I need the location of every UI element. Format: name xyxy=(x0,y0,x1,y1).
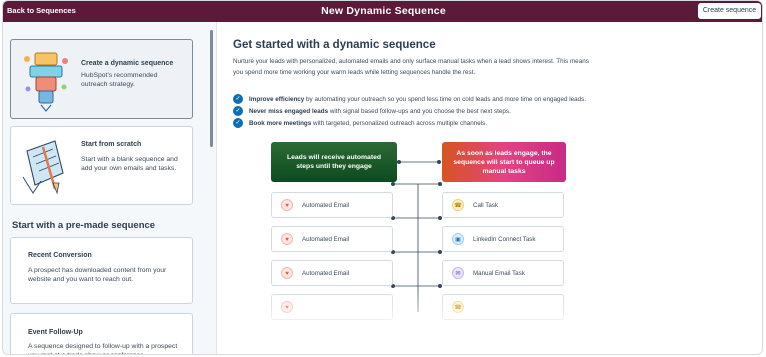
card-title: Create a dynamic sequence xyxy=(81,60,174,67)
automated-steps-header: Leads will receive automated steps until… xyxy=(271,142,397,182)
card-description: A prospect has downloaded content from y… xyxy=(28,267,167,284)
dynamic-sequence-illustration xyxy=(24,52,68,112)
linkedin-task-step[interactable]: ▣ LinkedIn Connect Task xyxy=(442,226,564,252)
card-title: Event Follow-Up xyxy=(28,329,83,336)
envelope-icon: ✉ xyxy=(452,267,464,279)
task-label: Automated Email xyxy=(302,236,350,243)
automated-email-step[interactable]: ♥ Automated Email xyxy=(271,226,393,252)
start-from-scratch-card[interactable]: Start from scratch Start with a blank se… xyxy=(10,126,193,205)
card-title: Start from scratch xyxy=(81,141,142,148)
task-label: Automated Email xyxy=(302,270,350,277)
premade-event-follow-up-card[interactable]: Event Follow-Up A sequence designed to f… xyxy=(10,313,193,354)
main-content: Get started with a dynamic sequence Nurt… xyxy=(218,22,762,354)
automated-email-step[interactable]: ♥ Automated Email xyxy=(271,192,393,218)
top-bar: Back to Sequences New Dynamic Sequence C… xyxy=(3,1,762,22)
premade-section-heading: Start with a pre-made sequence xyxy=(12,220,156,231)
email-icon: ♥ xyxy=(281,233,293,245)
email-icon: ♥ xyxy=(281,267,293,279)
call-task-step[interactable]: ☎ Call Task xyxy=(442,192,564,218)
automated-email-step[interactable]: ♥ Automated Email xyxy=(271,260,393,286)
card-description: Start with a blank sequence and add your… xyxy=(81,156,178,173)
email-icon: ♥ xyxy=(281,199,293,211)
create-sequence-button[interactable]: Create sequence xyxy=(698,3,761,19)
task-label: LinkedIn Connect Task xyxy=(473,236,536,243)
dynamic-sequence-card[interactable]: Create a dynamic sequence HubSpot's reco… xyxy=(10,39,193,119)
phone-icon: ☎ xyxy=(452,199,464,211)
card-title: Recent Conversion xyxy=(28,252,92,259)
app-window: Back to Sequences New Dynamic Sequence C… xyxy=(2,0,763,355)
sequence-type-panel: Create a dynamic sequence HubSpot's reco… xyxy=(3,22,217,354)
task-label: Automated Email xyxy=(302,202,350,209)
card-description: A sequence designed to follow-up with a … xyxy=(28,343,178,354)
task-label: Manual Email Task xyxy=(473,270,525,277)
manual-tasks-header: As soon as leads engage, the sequence wi… xyxy=(442,142,566,182)
linkedin-icon: ▣ xyxy=(452,233,464,245)
card-description: HubSpot's recommended outreach strategy. xyxy=(81,72,158,89)
page-title: New Dynamic Sequence xyxy=(321,5,446,17)
scratch-illustration xyxy=(22,140,64,195)
diagram-fade-overlay xyxy=(258,290,578,354)
task-label: Call Task xyxy=(473,202,498,209)
manual-email-task-step[interactable]: ✉ Manual Email Task xyxy=(442,260,564,286)
sidebar-scrollbar[interactable] xyxy=(210,30,213,147)
premade-recent-conversion-card[interactable]: Recent Conversion A prospect has downloa… xyxy=(10,237,193,304)
